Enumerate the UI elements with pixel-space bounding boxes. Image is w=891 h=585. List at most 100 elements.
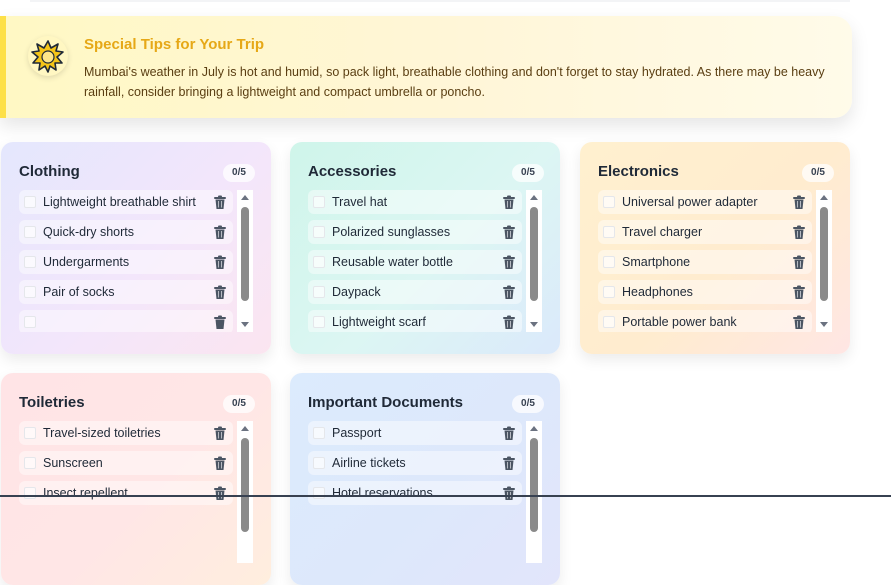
list-item[interactable]	[19, 310, 233, 332]
scroll-down-arrow-icon[interactable]	[530, 322, 538, 327]
scroll-thumb[interactable]	[241, 207, 249, 301]
list-scrollbar[interactable]	[526, 190, 542, 332]
item-checkbox[interactable]	[603, 316, 615, 328]
special-tips-banner: Special Tips for Your Trip Mumbai's weat…	[0, 16, 852, 118]
trash-icon[interactable]	[213, 315, 227, 330]
item-label: Lightweight scarf	[332, 315, 426, 329]
scroll-thumb[interactable]	[241, 438, 249, 532]
list-item[interactable]: Universal power adapter	[598, 190, 812, 214]
scroll-down-arrow-icon[interactable]	[241, 322, 249, 327]
scroll-thumb[interactable]	[530, 438, 538, 532]
item-checkbox[interactable]	[24, 316, 36, 328]
item-label: Travel hat	[332, 195, 388, 209]
trash-icon[interactable]	[502, 315, 516, 330]
item-checkbox[interactable]	[313, 487, 325, 499]
trash-icon[interactable]	[213, 486, 227, 501]
packing-list[interactable]: Travel hat Polarized sunglasses Reusable…	[308, 190, 522, 332]
packing-list[interactable]: Lightweight breathable shirt Quick-dry s…	[19, 190, 233, 332]
item-checkbox[interactable]	[603, 256, 615, 268]
list-item[interactable]: Pair of socks	[19, 280, 233, 304]
list-item[interactable]: Undergarments	[19, 250, 233, 274]
item-checkbox[interactable]	[313, 457, 325, 469]
list-item[interactable]: Daypack	[308, 280, 522, 304]
item-checkbox[interactable]	[24, 487, 36, 499]
trash-icon[interactable]	[213, 255, 227, 270]
item-label: Smartphone	[622, 255, 691, 269]
scroll-thumb[interactable]	[820, 207, 828, 301]
list-scrollbar[interactable]	[237, 421, 253, 563]
scroll-thumb[interactable]	[530, 207, 538, 301]
scroll-up-arrow-icon[interactable]	[530, 426, 538, 431]
item-checkbox[interactable]	[313, 256, 325, 268]
category-title: Important Documents	[308, 394, 464, 411]
list-item[interactable]: Hotel reservations	[308, 481, 522, 505]
item-label: Portable power bank	[622, 315, 737, 329]
list-item[interactable]: Airline tickets	[308, 451, 522, 475]
trash-icon[interactable]	[213, 225, 227, 240]
list-item[interactable]: Smartphone	[598, 250, 812, 274]
list-item[interactable]: Portable power bank	[598, 310, 812, 332]
list-item[interactable]: Travel hat	[308, 190, 522, 214]
packing-list[interactable]: Travel-sized toiletries Sunscreen Insect…	[19, 421, 233, 563]
item-label: Sunscreen	[43, 456, 103, 470]
item-checkbox[interactable]	[313, 196, 325, 208]
trash-icon[interactable]	[213, 195, 227, 210]
item-checkbox[interactable]	[603, 286, 615, 298]
trash-icon[interactable]	[792, 255, 806, 270]
trash-icon[interactable]	[502, 426, 516, 441]
trash-icon[interactable]	[792, 225, 806, 240]
trash-icon[interactable]	[213, 426, 227, 441]
item-checkbox[interactable]	[313, 226, 325, 238]
trash-icon[interactable]	[792, 195, 806, 210]
trash-icon[interactable]	[502, 285, 516, 300]
list-item[interactable]: Passport	[308, 421, 522, 445]
list-item[interactable]: Insect repellent	[19, 481, 233, 505]
item-label: Insect repellent	[43, 486, 128, 500]
tips-text: Mumbai's weather in July is hot and humi…	[84, 65, 825, 99]
list-item[interactable]: Lightweight breathable shirt	[19, 190, 233, 214]
trash-icon[interactable]	[792, 285, 806, 300]
trash-icon[interactable]	[502, 486, 516, 501]
item-checkbox[interactable]	[24, 196, 36, 208]
item-checkbox[interactable]	[603, 226, 615, 238]
scroll-up-arrow-icon[interactable]	[820, 195, 828, 200]
item-label: Headphones	[622, 285, 693, 299]
item-checkbox[interactable]	[24, 256, 36, 268]
trash-icon[interactable]	[502, 255, 516, 270]
category-card-toiletries: Toiletries 0/5 Travel-sized toiletries S…	[1, 373, 271, 585]
list-item[interactable]: Sunscreen	[19, 451, 233, 475]
packing-list[interactable]: Passport Airline tickets Hotel reservati…	[308, 421, 522, 563]
list-scrollbar[interactable]	[816, 190, 832, 332]
item-checkbox[interactable]	[313, 427, 325, 439]
item-checkbox[interactable]	[24, 286, 36, 298]
list-item[interactable]: Reusable water bottle	[308, 250, 522, 274]
scroll-up-arrow-icon[interactable]	[241, 195, 249, 200]
list-scrollbar[interactable]	[237, 190, 253, 332]
packing-list[interactable]: Universal power adapter Travel charger S…	[598, 190, 812, 332]
scroll-up-arrow-icon[interactable]	[241, 426, 249, 431]
trash-icon[interactable]	[502, 195, 516, 210]
scroll-up-arrow-icon[interactable]	[530, 195, 538, 200]
trash-icon[interactable]	[502, 456, 516, 471]
item-checkbox[interactable]	[313, 286, 325, 298]
list-item[interactable]: Lightweight scarf	[308, 310, 522, 332]
top-divider	[30, 0, 850, 2]
list-item[interactable]: Headphones	[598, 280, 812, 304]
item-checkbox[interactable]	[603, 196, 615, 208]
list-item[interactable]: Polarized sunglasses	[308, 220, 522, 244]
list-scrollbar[interactable]	[526, 421, 542, 563]
item-checkbox[interactable]	[24, 457, 36, 469]
item-checkbox[interactable]	[313, 316, 325, 328]
list-item[interactable]: Travel charger	[598, 220, 812, 244]
trash-icon[interactable]	[213, 285, 227, 300]
trash-icon[interactable]	[213, 456, 227, 471]
category-card-clothing: Clothing 0/5 Lightweight breathable shir…	[1, 142, 271, 354]
trash-icon[interactable]	[502, 225, 516, 240]
list-item[interactable]: Quick-dry shorts	[19, 220, 233, 244]
item-checkbox[interactable]	[24, 226, 36, 238]
trash-icon[interactable]	[792, 315, 806, 330]
item-checkbox[interactable]	[24, 427, 36, 439]
list-item[interactable]: Travel-sized toiletries	[19, 421, 233, 445]
category-card-important-documents: Important Documents 0/5 Passport Airline…	[290, 373, 560, 585]
scroll-down-arrow-icon[interactable]	[820, 322, 828, 327]
